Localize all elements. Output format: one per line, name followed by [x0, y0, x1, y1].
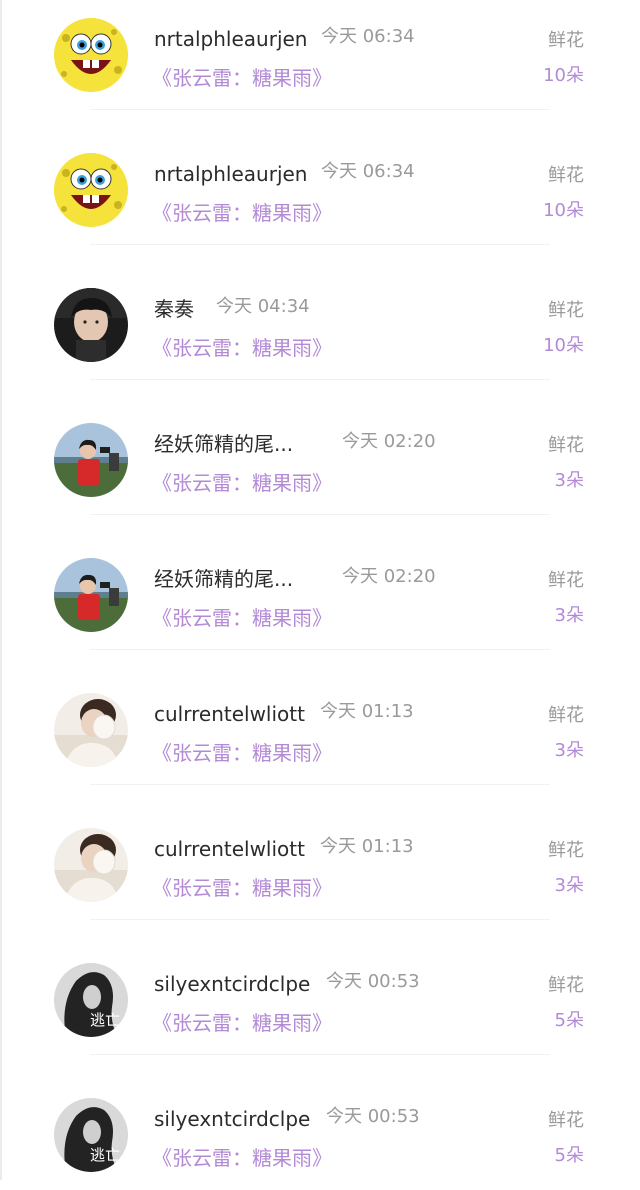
red-shirt-avatar[interactable] — [54, 558, 128, 632]
user-name[interactable]: silyexntcirdclpe — [154, 972, 310, 996]
song-title[interactable]: 《张云雷：糖果雨》 — [152, 1146, 332, 1170]
gift-time: 今天 00:53 — [326, 971, 420, 992]
song-title[interactable]: 《张云雷：糖果雨》 — [152, 1011, 332, 1035]
gift-count: 3朵 — [554, 605, 584, 626]
user-name[interactable]: 经妖筛精的尾... — [154, 567, 293, 591]
gift-time: 今天 06:34 — [321, 161, 415, 182]
gift-count: 3朵 — [554, 875, 584, 896]
spongebob-avatar[interactable] — [54, 153, 128, 227]
list-item[interactable]: 经妖筛精的尾... 今天 02:20 《张云雷：糖果雨》 鲜花 3朵 — [0, 380, 640, 515]
gift-type: 鲜花 — [548, 975, 584, 996]
list-item[interactable]: 经妖筛精的尾... 今天 02:20 《张云雷：糖果雨》 鲜花 3朵 — [0, 515, 640, 650]
gift-time: 今天 02:20 — [342, 431, 436, 452]
avatar-glyph: 逃亡 — [90, 1146, 120, 1164]
gift-count: 5朵 — [554, 1010, 584, 1031]
bw-hair-avatar[interactable]: 逃亡 — [54, 963, 128, 1037]
gift-type: 鲜花 — [548, 1110, 584, 1131]
gift-time: 今天 01:13 — [320, 701, 414, 722]
gift-count: 5朵 — [554, 1145, 584, 1166]
gift-type: 鲜花 — [548, 435, 584, 456]
gift-count: 3朵 — [554, 470, 584, 491]
list-item[interactable]: nrtalphleaurjen 今天 06:34 《张云雷：糖果雨》 鲜花 10… — [0, 0, 640, 110]
gift-count: 10朵 — [543, 335, 584, 356]
list-item[interactable]: 逃亡 silyexntcirdclpe 今天 00:53 《张云雷：糖果雨》 鲜… — [0, 1055, 640, 1190]
song-title[interactable]: 《张云雷：糖果雨》 — [152, 336, 332, 360]
gift-count: 10朵 — [543, 65, 584, 86]
user-name[interactable]: culrrentelwliott — [154, 702, 305, 726]
gift-type: 鲜花 — [548, 840, 584, 861]
portrait-dark-avatar[interactable] — [54, 288, 128, 362]
bw-hair-avatar[interactable]: 逃亡 — [54, 1098, 128, 1172]
earmuff-avatar[interactable] — [54, 828, 128, 902]
song-title[interactable]: 《张云雷：糖果雨》 — [152, 201, 332, 225]
song-title[interactable]: 《张云雷：糖果雨》 — [152, 741, 332, 765]
red-shirt-avatar[interactable] — [54, 423, 128, 497]
gift-type: 鲜花 — [548, 570, 584, 591]
song-title[interactable]: 《张云雷：糖果雨》 — [152, 66, 332, 90]
gift-count: 3朵 — [554, 740, 584, 761]
avatar-glyph: 逃亡 — [90, 1011, 120, 1029]
gift-count: 10朵 — [543, 200, 584, 221]
song-title[interactable]: 《张云雷：糖果雨》 — [152, 876, 332, 900]
gift-type: 鲜花 — [548, 165, 584, 186]
list-item[interactable]: 逃亡 silyexntcirdclpe 今天 00:53 《张云雷：糖果雨》 鲜… — [0, 920, 640, 1055]
gift-record-list: nrtalphleaurjen 今天 06:34 《张云雷：糖果雨》 鲜花 10… — [0, 0, 640, 1190]
gift-time: 今天 04:34 — [216, 296, 310, 317]
song-title[interactable]: 《张云雷：糖果雨》 — [152, 471, 332, 495]
earmuff-avatar[interactable] — [54, 693, 128, 767]
user-name[interactable]: culrrentelwliott — [154, 837, 305, 861]
user-name[interactable]: 秦奏 — [154, 297, 194, 321]
user-name[interactable]: 经妖筛精的尾... — [154, 432, 293, 456]
spongebob-avatar[interactable] — [54, 18, 128, 92]
list-item[interactable]: culrrentelwliott 今天 01:13 《张云雷：糖果雨》 鲜花 3… — [0, 650, 640, 785]
user-name[interactable]: nrtalphleaurjen — [154, 162, 307, 186]
gift-time: 今天 06:34 — [321, 26, 415, 47]
gift-type: 鲜花 — [548, 30, 584, 51]
list-item[interactable]: nrtalphleaurjen 今天 06:34 《张云雷：糖果雨》 鲜花 10… — [0, 110, 640, 245]
user-name[interactable]: nrtalphleaurjen — [154, 27, 307, 51]
gift-type: 鲜花 — [548, 705, 584, 726]
list-item[interactable]: culrrentelwliott 今天 01:13 《张云雷：糖果雨》 鲜花 3… — [0, 785, 640, 920]
list-item[interactable]: 秦奏 今天 04:34 《张云雷：糖果雨》 鲜花 10朵 — [0, 245, 640, 380]
gift-time: 今天 00:53 — [326, 1106, 420, 1127]
song-title[interactable]: 《张云雷：糖果雨》 — [152, 606, 332, 630]
gift-time: 今天 02:20 — [342, 566, 436, 587]
gift-type: 鲜花 — [548, 300, 584, 321]
user-name[interactable]: silyexntcirdclpe — [154, 1107, 310, 1131]
gift-time: 今天 01:13 — [320, 836, 414, 857]
